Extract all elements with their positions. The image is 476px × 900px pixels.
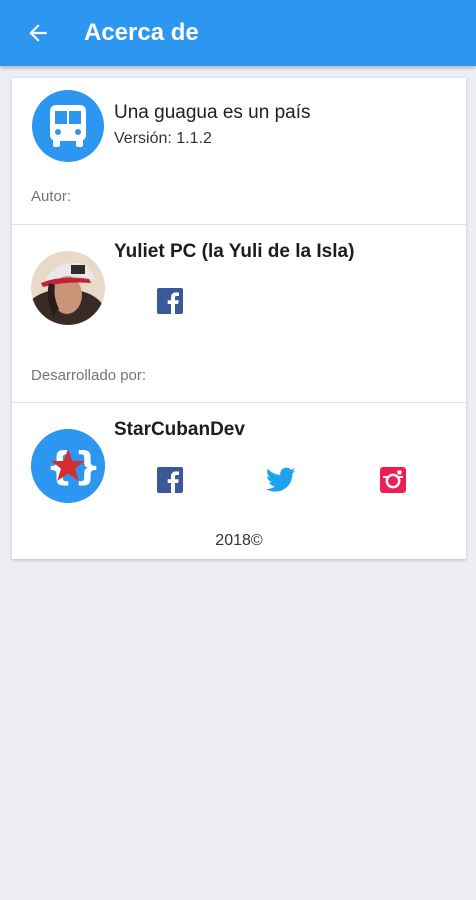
app-name: Una guagua es un país <box>114 102 311 123</box>
bus-icon <box>50 105 86 147</box>
about-card: Una guagua es un país Versión: 1.1.2 Aut… <box>12 78 466 559</box>
facebook-icon <box>157 467 183 493</box>
copyright-text: 2018© <box>215 532 263 549</box>
developer-name: StarCubanDev <box>114 419 245 440</box>
developer-twitter-link[interactable] <box>265 467 296 493</box>
developer-section-label: Desarrollado por: <box>31 367 147 384</box>
twitter-icon <box>265 467 296 492</box>
app-logo <box>32 90 104 162</box>
facebook-icon <box>157 288 183 314</box>
author-avatar <box>31 251 105 325</box>
developer-facebook-link[interactable] <box>157 467 183 493</box>
instagram-icon <box>380 467 406 493</box>
app-version: Versión: 1.1.2 <box>114 130 212 147</box>
author-section-label: Autor: <box>31 188 72 205</box>
arrow-back-icon <box>29 24 47 42</box>
back-button[interactable] <box>22 17 54 49</box>
developer-logo: { } <box>31 429 105 503</box>
divider <box>12 224 466 225</box>
author-facebook-link[interactable] <box>157 288 183 314</box>
page-title: Acerca de <box>84 19 199 46</box>
author-name: Yuliet PC (la Yuli de la Isla) <box>114 241 355 262</box>
divider <box>12 402 466 403</box>
app-bar: Acerca de <box>0 0 476 66</box>
developer-instagram-link[interactable] <box>380 467 406 493</box>
